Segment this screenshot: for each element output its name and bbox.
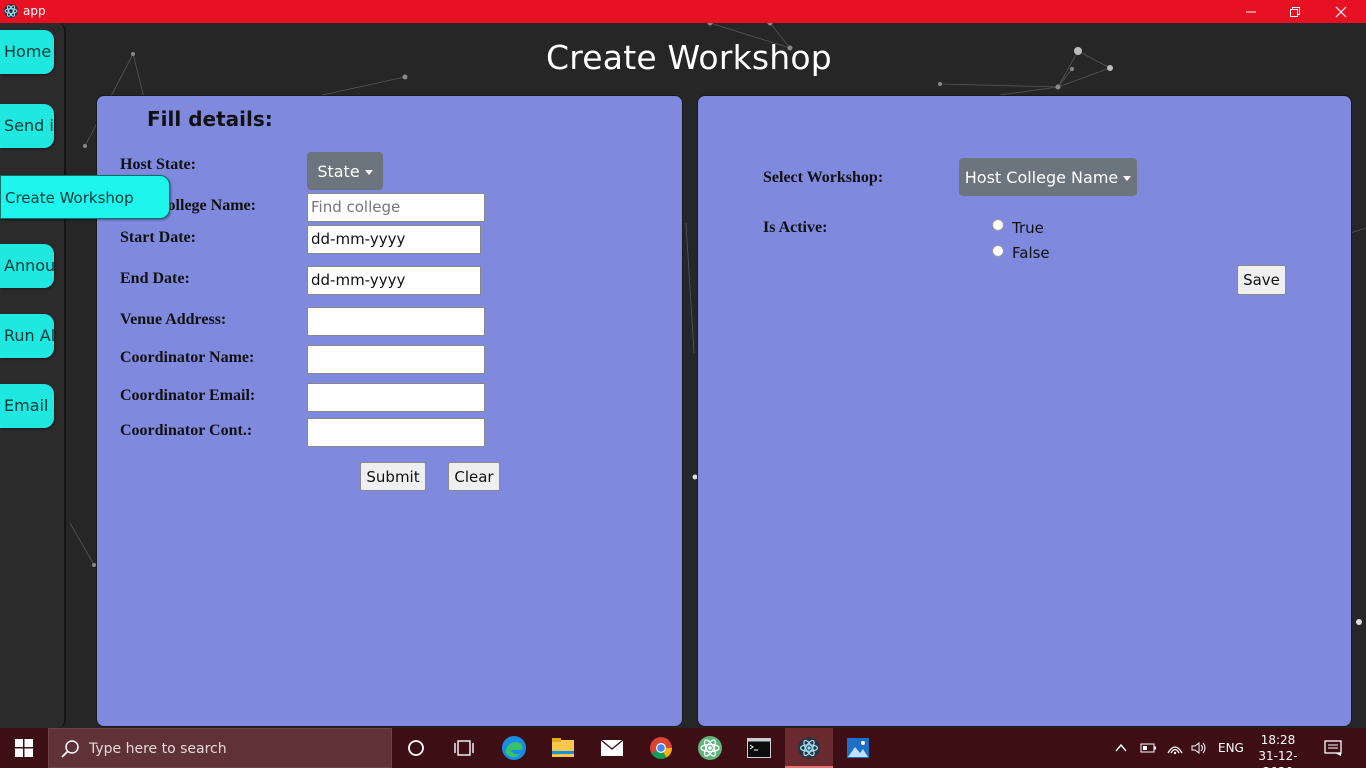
coordinator-email-input[interactable] [307,383,485,412]
select-workshop-label: Select Workshop: [763,169,884,186]
system-tray: ENG [1114,728,1244,768]
electron-app-button[interactable] [785,728,833,768]
start-button[interactable] [0,728,48,768]
active-true-label: True [1012,219,1044,237]
coordinator-contact-label: Coordinator Cont.: [120,422,253,439]
mail-button[interactable] [588,728,636,768]
terminal-icon [747,738,771,758]
task-view-button[interactable] [440,728,488,768]
edge-button[interactable] [490,728,538,768]
action-center-button[interactable] [1310,728,1356,768]
venue-address-label: Venue Address: [120,311,227,328]
photos-icon [847,738,869,758]
sidebar-item-run-algorithm[interactable]: Run Alc [0,314,54,358]
sidebar-item-send[interactable]: Send in [0,104,54,148]
sidebar-item-home[interactable]: Home [0,30,54,74]
coordinator-contact-input[interactable] [307,418,485,447]
close-icon [1335,6,1347,17]
submit-button[interactable]: Submit [360,462,426,491]
mail-icon [600,739,624,756]
terminal-button[interactable] [735,728,783,768]
clear-button[interactable]: Clear [448,462,500,491]
search-icon [61,740,79,758]
coordinator-name-input[interactable] [307,345,485,374]
cortana-icon [408,740,424,756]
workshop-dropdown-label: Host College Name [964,167,1119,187]
window-title: app [23,4,46,18]
host-state-label: Host State: [120,156,196,173]
save-button[interactable]: Save [1237,265,1286,295]
end-date-label: End Date: [120,270,190,287]
window-titlebar: app [0,0,1366,23]
chevron-up-icon[interactable] [1114,741,1128,755]
active-true-radio[interactable] [992,219,1004,231]
restore-button[interactable] [1272,0,1318,23]
notification-icon [1324,740,1342,756]
clock-date: 31-12-2020 [1258,749,1298,768]
chrome-button[interactable] [637,728,685,768]
electron-icon [798,737,820,759]
task-view-icon [454,740,474,756]
workshop-status-panel: Select Workshop: Host College Name Is Ac… [697,95,1352,727]
page-title: Create Workshop [546,38,832,77]
clock-time: 18:28 [1260,733,1296,747]
active-false-label: False [1012,244,1050,262]
state-dropdown[interactable]: State [307,152,383,190]
end-date-input[interactable]: dd-mm-yyyy [307,266,481,295]
volume-icon[interactable] [1190,741,1208,755]
taskbar: Type here to search ENG 18:28 31-12- [0,728,1366,768]
restore-icon [1290,6,1300,17]
cortana-button[interactable] [392,728,440,768]
minimize-icon [1246,11,1256,12]
active-false-radio[interactable] [992,245,1004,257]
state-dropdown-label: State [317,161,360,181]
close-button[interactable] [1318,0,1364,23]
edge-icon [502,736,526,760]
atom-icon [698,736,722,760]
minimize-button[interactable] [1228,0,1274,23]
college-search-input[interactable]: Find college [307,193,485,222]
workshop-form-panel: Fill details: Host State: State Host Col… [96,95,683,727]
sidebar-item-email[interactable]: Email A [0,384,54,428]
sidebar-item-create-workshop[interactable]: Create Workshop [0,175,170,219]
sidebar-item-announcements[interactable]: Annou [0,244,54,288]
is-active-label: Is Active: [763,219,828,236]
atom-button[interactable] [686,728,734,768]
search-placeholder: Type here to search [89,741,227,757]
taskbar-search-box[interactable]: Type here to search [48,728,392,768]
coordinator-email-label: Coordinator Email: [120,387,256,404]
language-indicator[interactable]: ENG [1218,741,1244,755]
caret-down-icon [1123,175,1132,181]
coordinator-name-label: Coordinator Name: [120,349,255,366]
electron-app-icon [4,4,18,18]
battery-icon[interactable] [1140,741,1158,755]
windows-icon [15,739,33,757]
clock[interactable]: 18:28 31-12-2020 [1248,732,1308,768]
start-date-label: Start Date: [120,229,196,246]
caret-down-icon [364,169,373,175]
workshop-dropdown[interactable]: Host College Name [959,158,1137,196]
form-heading: Fill details: [147,107,273,131]
chrome-icon [650,737,672,759]
start-date-input[interactable]: dd-mm-yyyy [307,225,481,254]
file-explorer-button[interactable] [539,728,587,768]
photos-button[interactable] [834,728,882,768]
file-explorer-icon [552,738,574,757]
venue-address-input[interactable] [307,307,485,336]
wifi-icon[interactable] [1166,741,1184,755]
